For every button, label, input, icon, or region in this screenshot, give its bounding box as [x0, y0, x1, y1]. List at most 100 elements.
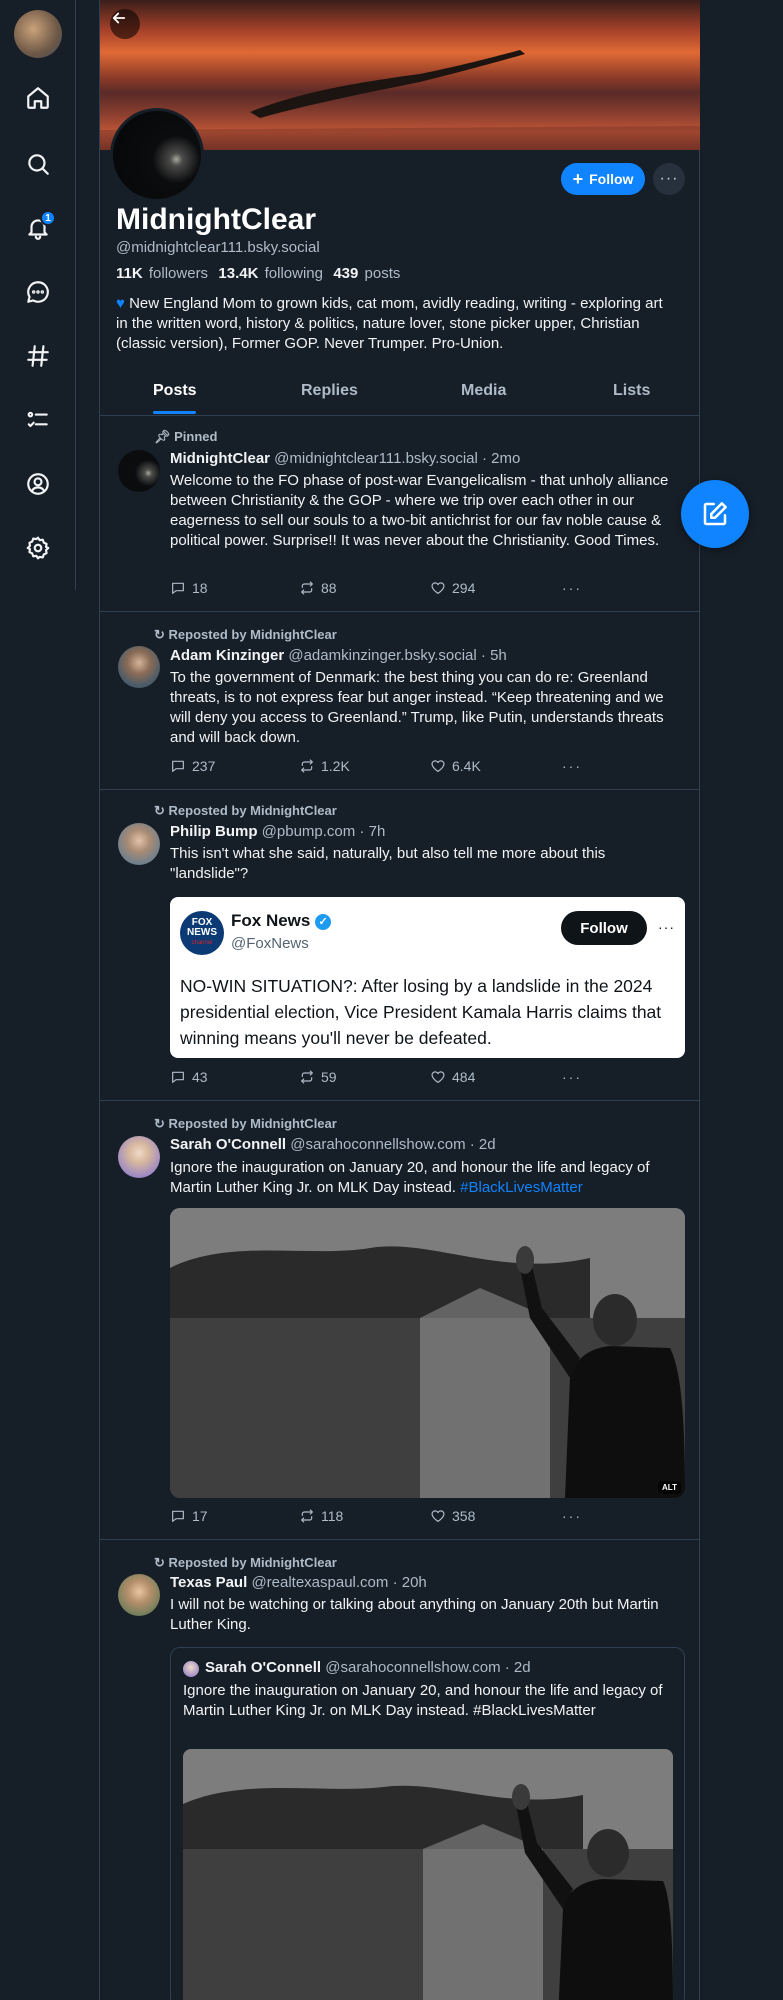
reply-icon: [172, 1071, 184, 1083]
post-more-button[interactable]: ···: [562, 580, 582, 596]
heart-icon: [431, 1071, 445, 1083]
like-button[interactable]: 484: [430, 1069, 475, 1085]
reply-icon: [172, 760, 184, 772]
post-avatar[interactable]: [118, 823, 160, 865]
post-time[interactable]: · 5h: [481, 647, 507, 664]
reply-button[interactable]: 237: [170, 758, 215, 774]
post-author-handle[interactable]: @realtexaspaul.com: [251, 1574, 388, 1591]
feed-post[interactable]: ↻ Reposted by MidnightClear Philip Bump …: [100, 790, 700, 1101]
posts-label: posts: [364, 265, 401, 282]
post-actions: 237 1.2K 6.4K ···: [170, 758, 590, 776]
post-avatar[interactable]: [118, 1574, 160, 1616]
post-author-name[interactable]: Sarah O'Connell: [170, 1136, 286, 1153]
follow-label: Follow: [589, 171, 634, 187]
bell-icon[interactable]: 1: [22, 210, 56, 244]
tab-posts[interactable]: Posts: [153, 382, 197, 400]
more-options-button[interactable]: ···: [653, 163, 685, 195]
like-button[interactable]: 6.4K: [430, 758, 481, 774]
heart-icon: [431, 1510, 445, 1522]
quote-avatar: [183, 1661, 199, 1677]
like-button[interactable]: 294: [430, 580, 475, 596]
post-time[interactable]: · 2mo: [482, 450, 520, 467]
home-icon[interactable]: [22, 82, 54, 114]
back-button[interactable]: [110, 9, 140, 39]
feed-post[interactable]: 📌︎ Pinned MidnightClear @midnightclear11…: [100, 418, 700, 612]
current-user-avatar[interactable]: [14, 10, 62, 58]
reply-button[interactable]: 43: [170, 1069, 208, 1085]
post-author-handle[interactable]: @sarahoconnellshow.com: [290, 1136, 465, 1153]
verified-badge-icon: ✓: [315, 914, 332, 930]
post-more-button[interactable]: ···: [562, 758, 582, 774]
hashtag-link[interactable]: #BlackLivesMatter: [460, 1179, 583, 1196]
quote-image[interactable]: [183, 1749, 673, 2000]
post-header: Philip Bump @pbump.com · 7h: [170, 823, 385, 840]
repost-icon: ↻: [154, 627, 165, 642]
post-actions: 18 88 294 ···: [170, 580, 590, 598]
followers-label[interactable]: followers: [149, 265, 208, 282]
list-icon[interactable]: [22, 404, 54, 436]
post-time[interactable]: · 7h: [359, 823, 385, 840]
post-author-handle[interactable]: @midnightclear111.bsky.social: [274, 450, 478, 467]
feed-post[interactable]: ↻ Reposted by MidnightClear Adam Kinzing…: [100, 612, 700, 790]
alt-text-badge[interactable]: ALT: [658, 1481, 681, 1494]
quoted-post[interactable]: Sarah O'Connell @sarahoconnellshow.com ·…: [170, 1647, 685, 2000]
post-author-name[interactable]: Texas Paul: [170, 1574, 247, 1591]
tab-replies[interactable]: Replies: [301, 382, 358, 400]
follow-button[interactable]: + Follow: [561, 163, 645, 195]
embedded-fox-news-post[interactable]: FOX NEWS channel Fox News ✓ @FoxNews Fol…: [170, 897, 685, 1058]
followers-count[interactable]: 11K: [116, 265, 143, 282]
post-more-button[interactable]: ···: [562, 1069, 582, 1085]
pinned-label: 📌︎ Pinned: [154, 429, 218, 444]
tab-lists[interactable]: Lists: [613, 382, 650, 400]
post-time[interactable]: · 20h: [393, 1574, 427, 1591]
heart-icon: [431, 582, 445, 594]
feed-post[interactable]: ↻ Reposted by MidnightClear Texas Paul @…: [100, 1540, 700, 2000]
like-button[interactable]: 358: [430, 1508, 475, 1524]
post-time[interactable]: · 2d: [470, 1136, 496, 1153]
following-count[interactable]: 13.4K: [218, 265, 258, 282]
post-author-handle[interactable]: @adamkinzinger.bsky.social: [288, 647, 476, 664]
following-label[interactable]: following: [265, 265, 323, 282]
repost-button[interactable]: 59: [299, 1069, 337, 1085]
post-author-name[interactable]: MidnightClear: [170, 450, 270, 467]
posts-count: 439: [333, 265, 359, 282]
post-author-name[interactable]: Philip Bump: [170, 823, 258, 840]
repost-icon: [301, 581, 313, 595]
chat-icon[interactable]: [22, 276, 54, 308]
embed-follow-button[interactable]: Follow: [561, 911, 647, 945]
reply-icon: [172, 1510, 184, 1522]
compose-button[interactable]: [681, 480, 749, 548]
repost-context: ↻ Reposted by MidnightClear: [154, 1116, 337, 1131]
reply-button[interactable]: 17: [170, 1508, 208, 1524]
post-avatar[interactable]: [118, 646, 160, 688]
post-author-name[interactable]: Adam Kinzinger: [170, 647, 284, 664]
post-avatar[interactable]: [118, 1136, 160, 1178]
plus-icon: +: [572, 169, 584, 189]
profile-avatar[interactable]: [110, 108, 204, 202]
profile-feed: + Follow ··· MidnightClear @midnightclea…: [99, 0, 700, 2000]
search-icon[interactable]: [22, 148, 54, 180]
embed-more-icon[interactable]: ···: [658, 919, 675, 935]
reply-button[interactable]: 18: [170, 580, 208, 596]
repost-icon: [301, 1070, 313, 1084]
post-avatar[interactable]: [118, 450, 160, 492]
hashtag-icon[interactable]: [22, 340, 54, 372]
post-image[interactable]: ALT: [170, 1208, 685, 1498]
active-tab-indicator: [153, 411, 196, 414]
embed-author-handle: @FoxNews: [231, 935, 309, 952]
profile-icon[interactable]: [22, 468, 54, 500]
post-more-button[interactable]: ···: [562, 1508, 582, 1524]
tab-media[interactable]: Media: [461, 382, 506, 400]
post-header: MidnightClear @midnightclear111.bsky.soc…: [170, 450, 520, 467]
repost-context: ↻ Reposted by MidnightClear: [154, 803, 337, 818]
feed-post[interactable]: ↻ Reposted by MidnightClear Sarah O'Conn…: [100, 1101, 700, 1540]
repost-button[interactable]: 118: [299, 1508, 343, 1524]
pin-icon: 📌︎: [154, 429, 171, 444]
reply-icon: [172, 582, 184, 594]
mlk-photo: [183, 1749, 673, 2000]
repost-button[interactable]: 88: [299, 580, 337, 596]
profile-handle: @midnightclear111.bsky.social: [116, 239, 320, 256]
repost-button[interactable]: 1.2K: [299, 758, 350, 774]
settings-icon[interactable]: [22, 532, 54, 564]
post-author-handle[interactable]: @pbump.com: [262, 823, 356, 840]
